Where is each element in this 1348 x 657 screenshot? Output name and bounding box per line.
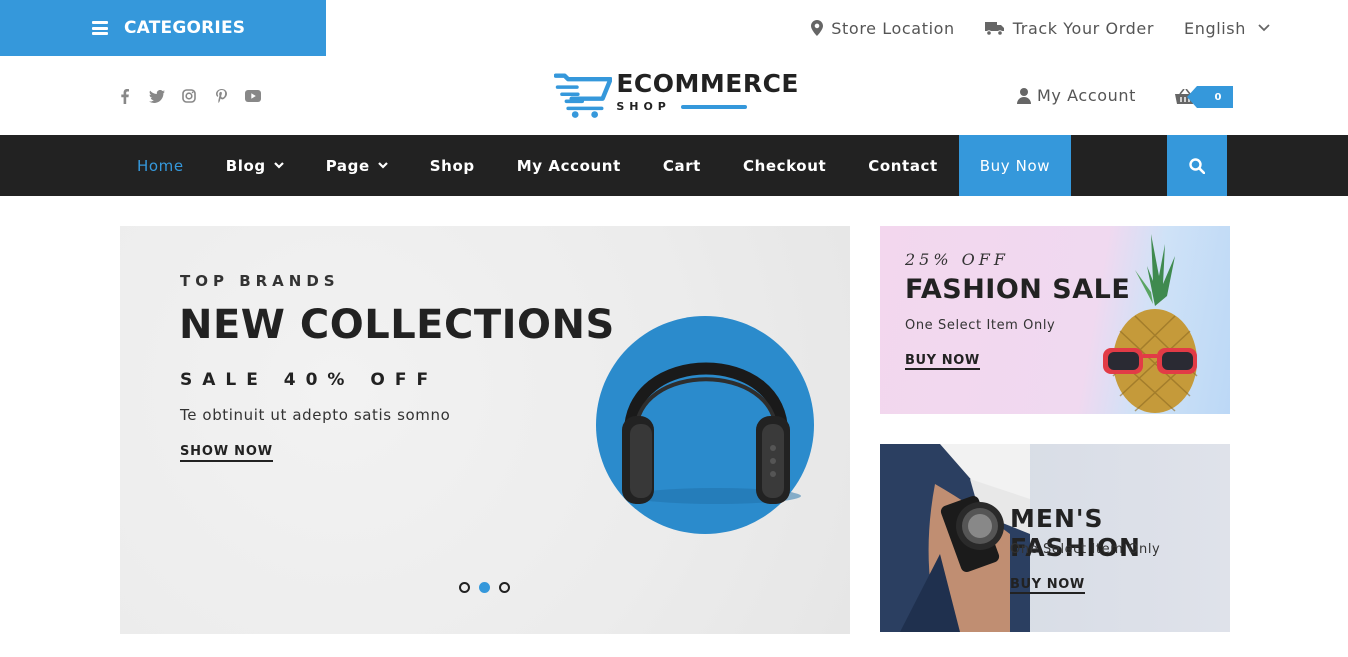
menu-icon [92,21,108,35]
hero-description: Te obtinuit ut adepto satis somno [180,406,451,424]
nav-item-shop[interactable]: Shop [409,135,496,196]
categories-label: CATEGORIES [124,18,246,38]
mens-fashion-banner[interactable]: MEN'S FASHION One Select Item Only BUY N… [880,444,1230,632]
fashion-sale-banner[interactable]: 25% OFF FASHION SALE One Select Item Onl… [880,226,1230,414]
truck-icon [984,21,1004,36]
slider-dot[interactable] [499,582,510,593]
hero-title: NEW COLLECTIONS [179,302,615,348]
nav-item-home[interactable]: Home [116,135,205,196]
nav-item-label: Checkout [742,156,827,175]
language-label: English [1184,18,1246,38]
twitter-icon[interactable] [149,88,165,104]
site-logo[interactable]: ECOMMERCE SHOP [554,70,799,122]
store-location-link[interactable]: Store Location [811,19,954,38]
youtube-icon[interactable] [245,88,261,104]
chevron-down-icon [273,162,284,169]
cart-count-badge: 0 [1187,86,1233,108]
my-account-label: My Account [1037,86,1136,105]
social-links [117,88,277,104]
nav-item-label: Blog [225,156,266,175]
banner2-subtitle: One Select Item Only [1010,542,1161,557]
pineapple-image [1103,234,1198,413]
hero-slider: TOP BRANDS NEW COLLECTIONS SALE 40% OFF … [120,226,850,634]
my-account-link[interactable]: My Account [1017,86,1136,105]
slider-dots [459,582,519,593]
buy-now-label: Buy Now [979,156,1051,175]
slider-dot-active[interactable] [479,582,490,593]
show-now-link[interactable]: SHOW NOW [180,444,273,462]
search-button[interactable] [1167,135,1227,196]
track-order-label: Track Your Order [1012,18,1155,38]
instagram-icon[interactable] [181,88,197,104]
nav-item-label: My Account [516,156,621,175]
nav-item-label: Home [137,156,184,175]
banner1-subtitle: One Select Item Only [905,318,1056,333]
watch-image [880,444,1030,632]
banner1-title: FASHION SALE [905,274,1131,305]
banner2-buy-now-link[interactable]: BUY NOW [1010,577,1085,594]
search-icon [1189,157,1205,174]
track-order-link[interactable]: Track Your Order [984,18,1155,38]
logo-subtitle: SHOP [616,100,671,113]
nav-item-checkout[interactable]: Checkout [722,135,847,196]
hero-sale-text: SALE 40% OFF [180,370,439,390]
banner1-kicker: 25% OFF [905,250,1009,269]
nav-item-label: Page [325,156,370,175]
user-icon [1017,87,1031,104]
nav-item-label: Shop [429,156,475,175]
nav-item-contact[interactable]: Contact [847,135,959,196]
hero-product-image [596,316,814,534]
banner1-buy-now-link[interactable]: BUY NOW [905,353,980,370]
chevron-down-icon [377,162,388,169]
cart-button[interactable]: 0 [1175,86,1233,108]
hero-kicker: TOP BRANDS [180,272,340,290]
cart-logo-icon [554,73,613,118]
facebook-icon[interactable] [117,88,133,104]
headphones-image [622,362,801,504]
logo-underline [680,104,747,109]
store-location-label: Store Location [831,18,955,38]
nav-item-label: Cart [662,156,701,175]
pinterest-icon[interactable] [213,88,229,104]
main-nav: Home Blog Page Shop My Account Cart Chec… [0,135,1348,196]
categories-button[interactable]: CATEGORIES [0,0,326,56]
nav-item-blog[interactable]: Blog [205,135,305,196]
buy-now-button[interactable]: Buy Now [958,135,1072,196]
slider-dot[interactable] [459,582,470,593]
nav-item-cart[interactable]: Cart [642,135,722,196]
nav-item-my-account[interactable]: My Account [496,135,642,196]
top-links: Store Location Track Your Order English [781,17,1270,39]
logo-title: ECOMMERCE [616,69,799,98]
nav-item-label: Contact [868,156,938,175]
chevron-down-icon [1258,24,1270,32]
map-pin-icon [811,20,824,36]
nav-item-page[interactable]: Page [305,135,409,196]
language-select[interactable]: English [1184,19,1270,38]
